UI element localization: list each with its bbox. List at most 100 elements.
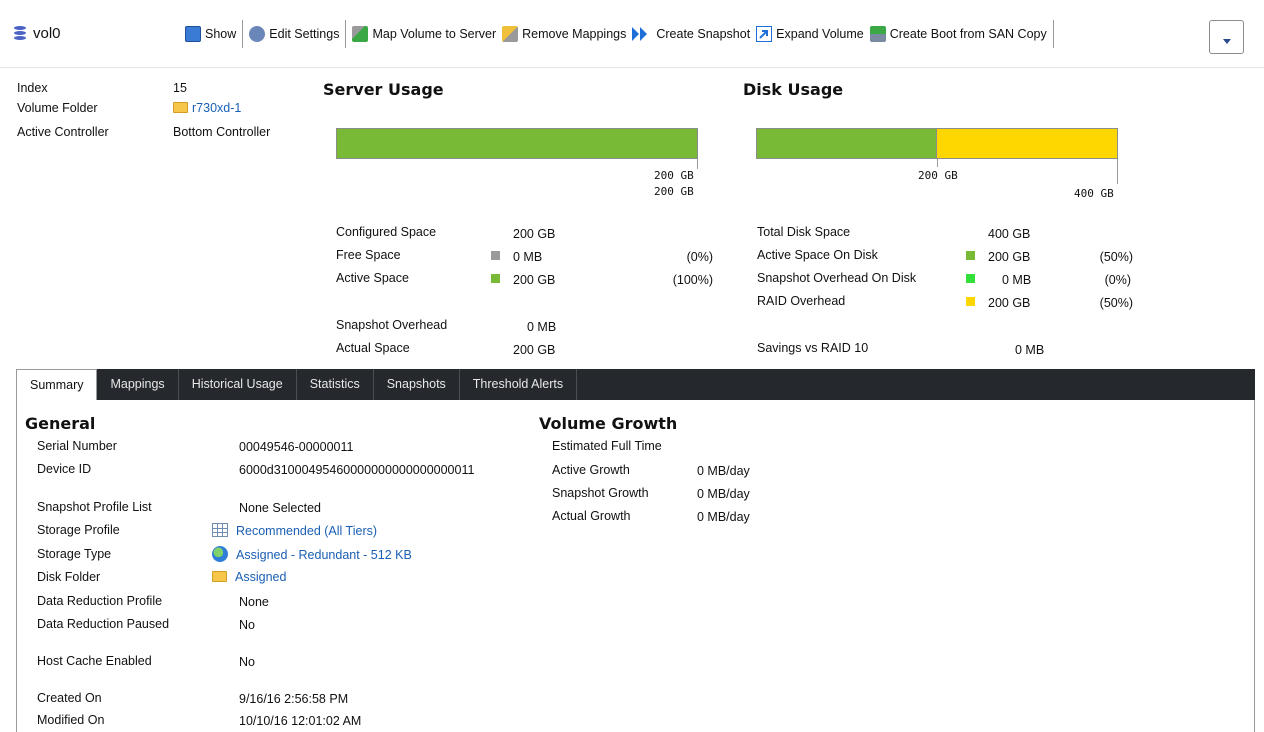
storage-profile-value: Recommended (All Tiers) bbox=[236, 524, 378, 538]
disk-usage-bar bbox=[756, 128, 1118, 159]
active-space-swatch bbox=[491, 274, 500, 283]
storage-type-icon bbox=[212, 546, 228, 562]
disk-folder-label: Disk Folder bbox=[37, 570, 101, 584]
tab-snapshots[interactable]: Snapshots bbox=[374, 369, 460, 400]
disk-folder-value: Assigned bbox=[235, 570, 287, 584]
volume-icon bbox=[14, 26, 26, 41]
volume-growth-title: Volume Growth bbox=[539, 414, 678, 433]
savings-vs-raid10-value: 0 MB bbox=[1015, 343, 1045, 357]
modified-on-label: Modified On bbox=[37, 713, 105, 727]
active-controller-label: Active Controller bbox=[17, 125, 109, 139]
axis-tick bbox=[697, 159, 698, 169]
create-boot-san-label: Create Boot from SAN Copy bbox=[889, 27, 1047, 41]
snapshot-overhead-on-disk-percent: (0%) bbox=[1104, 273, 1131, 287]
actual-growth-label: Actual Growth bbox=[552, 509, 631, 523]
storage-profile-label: Storage Profile bbox=[37, 523, 120, 537]
free-space-value: 0 MB bbox=[513, 250, 543, 264]
raid-overhead-label: RAID Overhead bbox=[757, 294, 846, 308]
server-tick-label-1: 200 GB bbox=[654, 169, 694, 182]
storage-type-link[interactable]: Assigned - Redundant - 512 KB bbox=[212, 546, 412, 562]
tab-historical-usage[interactable]: Historical Usage bbox=[179, 369, 297, 400]
more-actions-button[interactable] bbox=[1209, 20, 1244, 54]
edit-settings-label: Edit Settings bbox=[269, 27, 340, 41]
storage-profile-icon bbox=[212, 523, 228, 537]
tab-bar: Summary Mappings Historical Usage Statis… bbox=[16, 369, 1255, 401]
estimated-full-time-label: Estimated Full Time bbox=[552, 439, 662, 453]
toolbar-divider bbox=[345, 20, 347, 48]
disk-tick-label-1: 200 GB bbox=[918, 169, 958, 182]
modified-on-value: 10/10/16 12:01:02 AM bbox=[239, 714, 362, 728]
active-space-label: Active Space bbox=[336, 271, 409, 285]
toolbar-divider bbox=[1052, 20, 1054, 48]
raid-overhead-percent: (50%) bbox=[1099, 296, 1133, 310]
savings-vs-raid10-label: Savings vs RAID 10 bbox=[757, 341, 869, 355]
server-usage-bar bbox=[336, 128, 698, 159]
remove-mappings-button[interactable]: Remove Mappings bbox=[501, 21, 627, 47]
free-space-swatch bbox=[491, 251, 500, 260]
device-id-label: Device ID bbox=[37, 462, 92, 476]
disk-folder-link[interactable]: Assigned bbox=[212, 570, 286, 584]
serial-number-label: Serial Number bbox=[37, 439, 117, 453]
snapshot-profile-list-label: Snapshot Profile List bbox=[37, 500, 152, 514]
expand-volume-label: Expand Volume bbox=[776, 27, 864, 41]
raid-overhead-value: 200 GB bbox=[988, 296, 1031, 310]
show-button[interactable]: Show bbox=[184, 21, 237, 47]
snapshot-overhead-value: 0 MB bbox=[527, 320, 557, 334]
configured-space-label: Configured Space bbox=[336, 225, 437, 239]
volume-title-text: vol0 bbox=[33, 25, 61, 42]
data-reduction-profile-value: None bbox=[239, 595, 269, 609]
tab-summary[interactable]: Summary bbox=[16, 369, 98, 401]
active-space-on-disk-percent: (50%) bbox=[1099, 250, 1133, 264]
expand-volume-button[interactable]: Expand Volume bbox=[755, 21, 865, 47]
snapshot-icon bbox=[632, 27, 648, 41]
map-volume-label: Map Volume to Server bbox=[372, 27, 497, 41]
storage-type-value: Assigned - Redundant - 512 KB bbox=[236, 548, 412, 562]
actual-growth-value: 0 MB/day bbox=[697, 510, 750, 524]
tab-statistics[interactable]: Statistics bbox=[297, 369, 374, 400]
tab-threshold-alerts[interactable]: Threshold Alerts bbox=[460, 369, 578, 400]
active-space-on-disk-swatch bbox=[966, 251, 975, 260]
snapshot-growth-label: Snapshot Growth bbox=[552, 486, 649, 500]
created-on-label: Created On bbox=[37, 691, 102, 705]
axis-tick bbox=[1117, 159, 1118, 184]
volume-folder-link[interactable]: r730xd-1 bbox=[173, 101, 241, 115]
toolbar-divider bbox=[242, 20, 244, 48]
show-button-label: Show bbox=[205, 27, 237, 41]
volume-title: vol0 bbox=[14, 25, 61, 42]
remove-mappings-label: Remove Mappings bbox=[522, 27, 627, 41]
configured-space-value: 200 GB bbox=[513, 227, 556, 241]
toolbar: vol0 Show Edit Settings Map Volume to Se… bbox=[0, 0, 1264, 68]
tab-mappings[interactable]: Mappings bbox=[97, 369, 179, 400]
disk-active-segment bbox=[757, 129, 937, 158]
storage-profile-link[interactable]: Recommended (All Tiers) bbox=[212, 523, 377, 538]
map-server-icon bbox=[352, 26, 369, 42]
data-reduction-paused-label: Data Reduction Paused bbox=[37, 617, 170, 631]
index-label: Index bbox=[17, 81, 48, 95]
data-reduction-profile-label: Data Reduction Profile bbox=[37, 594, 163, 608]
server-active-segment bbox=[337, 129, 697, 158]
free-space-percent: (0%) bbox=[686, 250, 713, 264]
create-boot-san-button[interactable]: Create Boot from SAN Copy bbox=[869, 21, 1048, 47]
actual-space-value: 200 GB bbox=[513, 343, 556, 357]
active-space-on-disk-label: Active Space On Disk bbox=[757, 248, 878, 262]
active-growth-label: Active Growth bbox=[552, 463, 630, 477]
free-space-label: Free Space bbox=[336, 248, 401, 262]
created-on-value: 9/16/16 2:56:58 PM bbox=[239, 692, 349, 706]
snapshot-overhead-label: Snapshot Overhead bbox=[336, 318, 448, 332]
snapshot-profile-list-value: None Selected bbox=[239, 501, 322, 515]
server-usage-title: Server Usage bbox=[323, 80, 444, 99]
general-title: General bbox=[25, 414, 96, 433]
edit-settings-button[interactable]: Edit Settings bbox=[248, 21, 340, 47]
remove-mappings-icon bbox=[502, 26, 519, 42]
boot-san-icon bbox=[869, 26, 886, 42]
map-volume-button[interactable]: Map Volume to Server bbox=[351, 21, 497, 47]
host-cache-enabled-value: No bbox=[239, 655, 255, 669]
total-disk-space-label: Total Disk Space bbox=[757, 225, 851, 239]
raid-overhead-swatch bbox=[966, 297, 975, 306]
active-space-on-disk-value: 200 GB bbox=[988, 250, 1031, 264]
snapshot-overhead-on-disk-swatch bbox=[966, 274, 975, 283]
storage-type-label: Storage Type bbox=[37, 547, 112, 561]
create-snapshot-button[interactable]: Create Snapshot bbox=[631, 21, 751, 47]
show-icon bbox=[185, 26, 201, 42]
volume-folder-value: r730xd-1 bbox=[192, 101, 242, 115]
